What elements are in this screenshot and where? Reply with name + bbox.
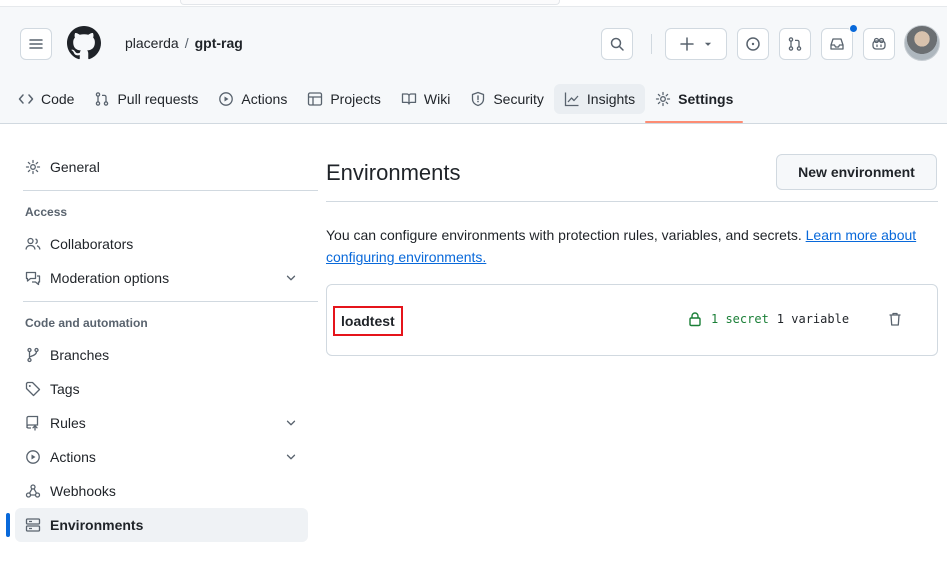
- sidebar-item-label: Tags: [50, 381, 80, 397]
- tab-code-label: Code: [41, 91, 75, 107]
- search-icon: [610, 37, 624, 51]
- repo-push-icon: [26, 415, 39, 431]
- copilot-icon: [872, 37, 886, 50]
- plus-icon: [680, 37, 694, 51]
- lock-icon: [689, 312, 701, 327]
- create-new-button[interactable]: [665, 28, 727, 60]
- sidebar-heading-code-and-automation: Code and automation: [25, 316, 148, 330]
- chevron-down-icon[interactable]: [284, 271, 298, 285]
- sidebar-item-tags[interactable]: Tags: [15, 372, 318, 406]
- page-description: You can configure environments with prot…: [326, 224, 926, 268]
- sidebar-item-rules[interactable]: Rules: [15, 406, 318, 440]
- trash-icon[interactable]: [887, 311, 903, 327]
- tab-pull-requests[interactable]: Pull requests: [84, 84, 208, 114]
- breadcrumb: placerda / gpt-rag: [125, 35, 243, 51]
- environment-name-link[interactable]: loadtest: [333, 306, 403, 336]
- tab-security-label: Security: [493, 91, 544, 107]
- sidebar-item-moderation-options[interactable]: Moderation options: [15, 261, 318, 295]
- browser-tab-strip: [0, 0, 947, 7]
- browser-tab-edge: [180, 0, 560, 5]
- tab-pull-requests-label: Pull requests: [117, 91, 199, 107]
- play-icon: [219, 92, 234, 106]
- sidebar-item-label: Environments: [50, 517, 144, 533]
- sidebar-item-label: Collaborators: [50, 236, 134, 252]
- gear-icon: [656, 91, 671, 107]
- git-branch-icon: [27, 347, 39, 363]
- copilot-button[interactable]: [863, 28, 895, 60]
- shield-icon: [472, 91, 485, 107]
- sidebar-item-general[interactable]: General: [15, 150, 318, 184]
- repo-nav: Code Pull requests Actions Projects Wiki…: [18, 82, 744, 123]
- notification-dot: [849, 24, 858, 33]
- tab-settings-label: Settings: [678, 91, 734, 107]
- tab-insights-label: Insights: [586, 91, 636, 107]
- tab-actions[interactable]: Actions: [208, 84, 297, 114]
- repo-owner-link[interactable]: placerda: [125, 35, 179, 51]
- table-icon: [308, 92, 323, 106]
- new-environment-button[interactable]: New environment: [776, 154, 937, 190]
- header-divider: [651, 34, 652, 54]
- git-pull-request-icon: [788, 37, 802, 51]
- sidebar-divider: [23, 190, 318, 191]
- inbox-icon: [830, 38, 844, 50]
- server-icon: [25, 518, 41, 532]
- webhook-icon: [25, 484, 41, 498]
- book-icon: [401, 93, 417, 105]
- chevron-down-icon[interactable]: [284, 416, 298, 430]
- tab-projects[interactable]: Projects: [297, 84, 391, 114]
- tab-code[interactable]: Code: [18, 84, 84, 114]
- hamburger-menu-button[interactable]: [20, 28, 52, 60]
- tab-wiki-label: Wiki: [423, 91, 451, 107]
- sidebar-item-collaborators[interactable]: Collaborators: [15, 227, 318, 261]
- environment-meta: 1 secret 1 variable: [687, 311, 849, 327]
- app-header: placerda / gpt-rag Code Pull requests Ac…: [0, 0, 947, 124]
- settings-sidebar: General Access Collaborators Moderation …: [6, 150, 318, 542]
- search-button[interactable]: [601, 28, 633, 60]
- sidebar-item-label: Branches: [50, 347, 110, 363]
- variable-count: 1 variable: [776, 312, 850, 326]
- tab-insights[interactable]: Insights: [553, 84, 646, 114]
- page-title: Environments: [326, 160, 461, 185]
- sidebar-divider: [23, 301, 318, 302]
- chevron-down-icon[interactable]: [284, 450, 298, 464]
- environment-row: loadtest 1 secret 1 variable: [326, 284, 938, 356]
- sidebar-item-branches[interactable]: Branches: [15, 338, 318, 372]
- people-icon: [25, 237, 41, 250]
- sidebar-item-label: Webhooks: [50, 483, 116, 499]
- sidebar-heading-access: Access: [25, 205, 68, 219]
- tag-icon: [25, 381, 41, 397]
- tab-security[interactable]: Security: [460, 84, 554, 114]
- sidebar-item-label: Moderation options: [50, 270, 170, 286]
- title-divider: [326, 201, 938, 202]
- issues-button[interactable]: [737, 28, 769, 60]
- play-icon: [26, 450, 40, 464]
- sidebar-item-actions[interactable]: Actions: [15, 440, 318, 474]
- tab-settings[interactable]: Settings: [645, 84, 744, 123]
- code-icon: [18, 94, 34, 104]
- graph-icon: [564, 92, 579, 107]
- comment-discussion-icon: [25, 271, 41, 286]
- sidebar-item-webhooks[interactable]: Webhooks: [15, 474, 318, 508]
- gear-icon: [25, 159, 41, 175]
- triangle-down-icon: [704, 42, 712, 46]
- inbox-button[interactable]: [821, 28, 853, 60]
- repo-name-link[interactable]: gpt-rag: [195, 35, 243, 51]
- tab-actions-label: Actions: [241, 91, 288, 107]
- hamburger-icon: [29, 39, 43, 49]
- sidebar-item-environments[interactable]: Environments: [6, 508, 308, 542]
- sidebar-item-label: General: [50, 159, 100, 175]
- user-avatar[interactable]: [904, 25, 940, 61]
- description-text: You can configure environments with prot…: [326, 227, 802, 243]
- issue-opened-icon: [746, 37, 760, 51]
- tab-projects-label: Projects: [330, 91, 381, 107]
- tab-wiki[interactable]: Wiki: [391, 84, 460, 114]
- pull-requests-button[interactable]: [779, 28, 811, 60]
- secret-count: 1 secret: [711, 312, 769, 326]
- github-logo-icon[interactable]: [67, 26, 101, 60]
- git-pull-request-icon: [96, 92, 109, 106]
- sidebar-item-label: Actions: [50, 449, 96, 465]
- sidebar-item-label: Rules: [50, 415, 86, 431]
- breadcrumb-separator: /: [184, 35, 189, 51]
